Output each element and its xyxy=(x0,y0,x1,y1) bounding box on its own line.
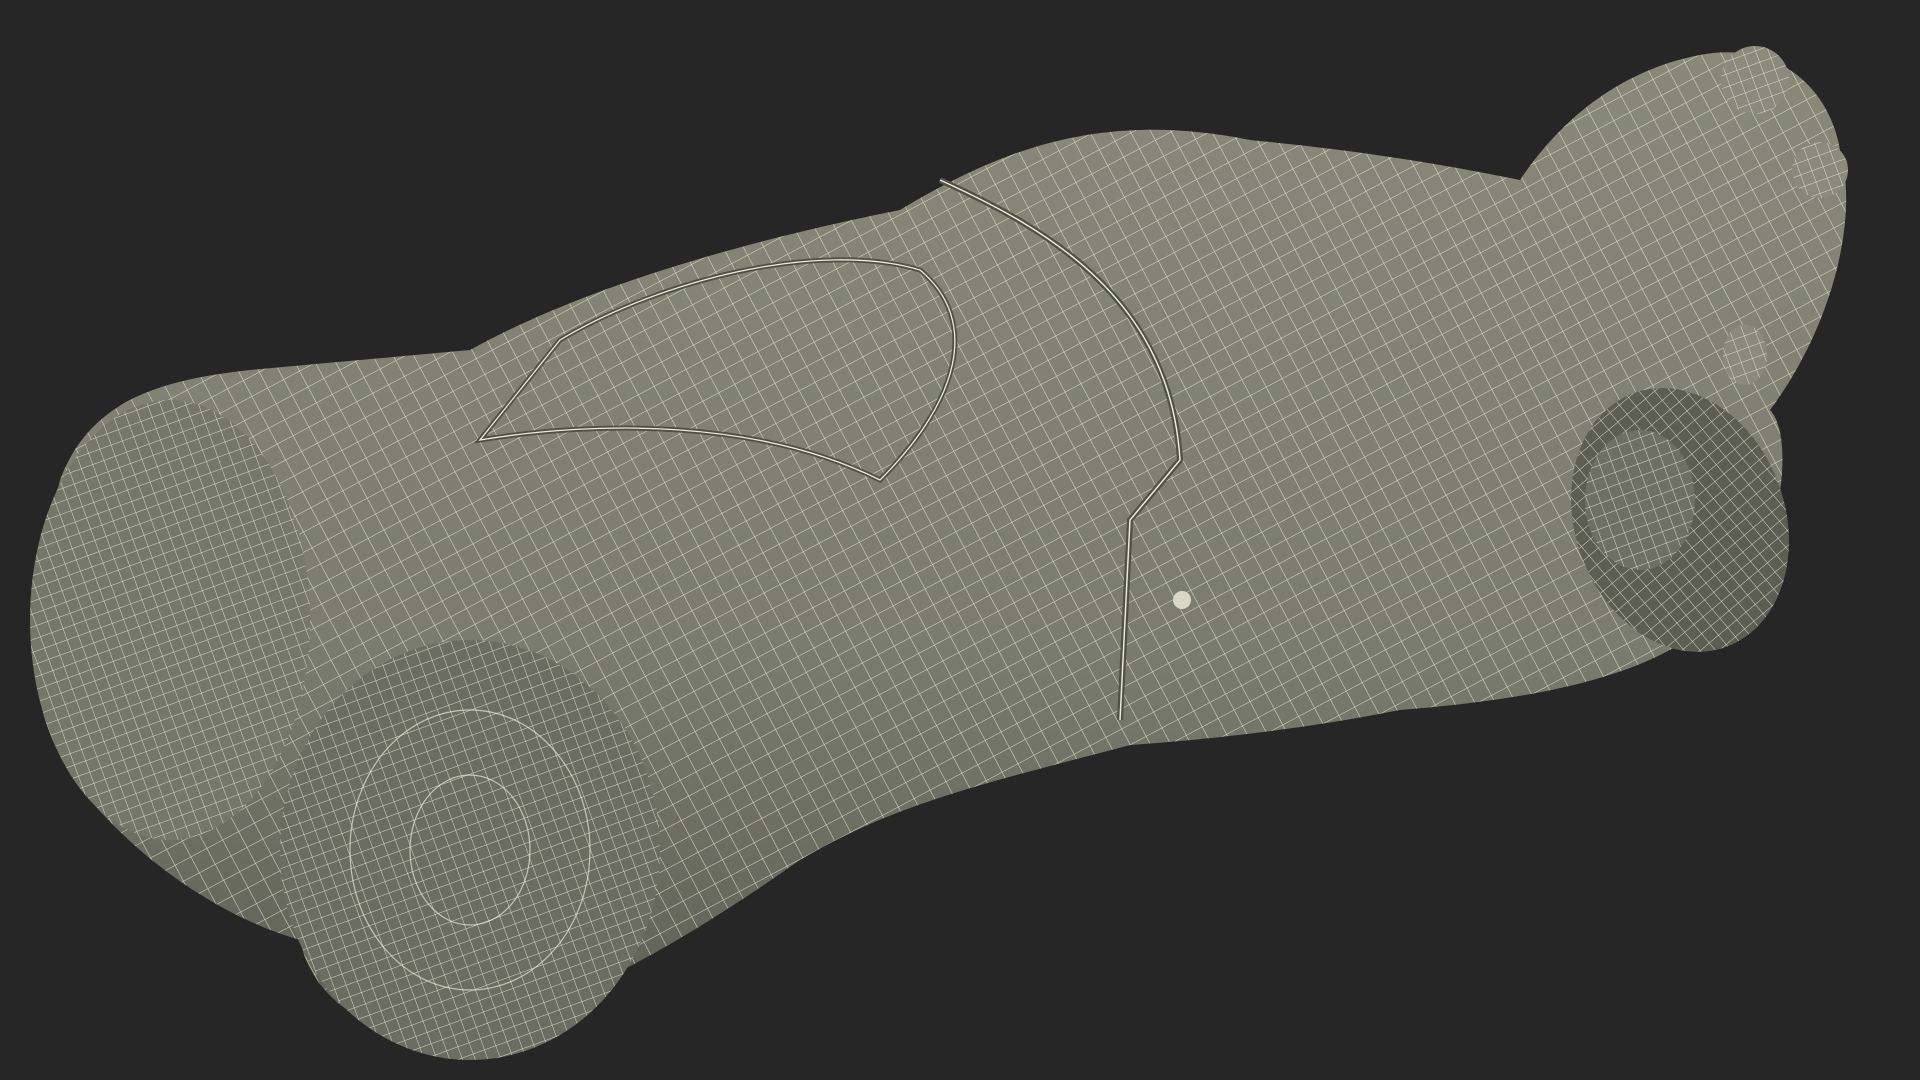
leg-stump-back xyxy=(30,400,310,840)
leg-stump-front xyxy=(280,640,660,1060)
wireframe-model xyxy=(30,46,1848,1060)
attachment-pin xyxy=(1173,591,1191,609)
viewport-3d[interactable] xyxy=(0,0,1920,1080)
